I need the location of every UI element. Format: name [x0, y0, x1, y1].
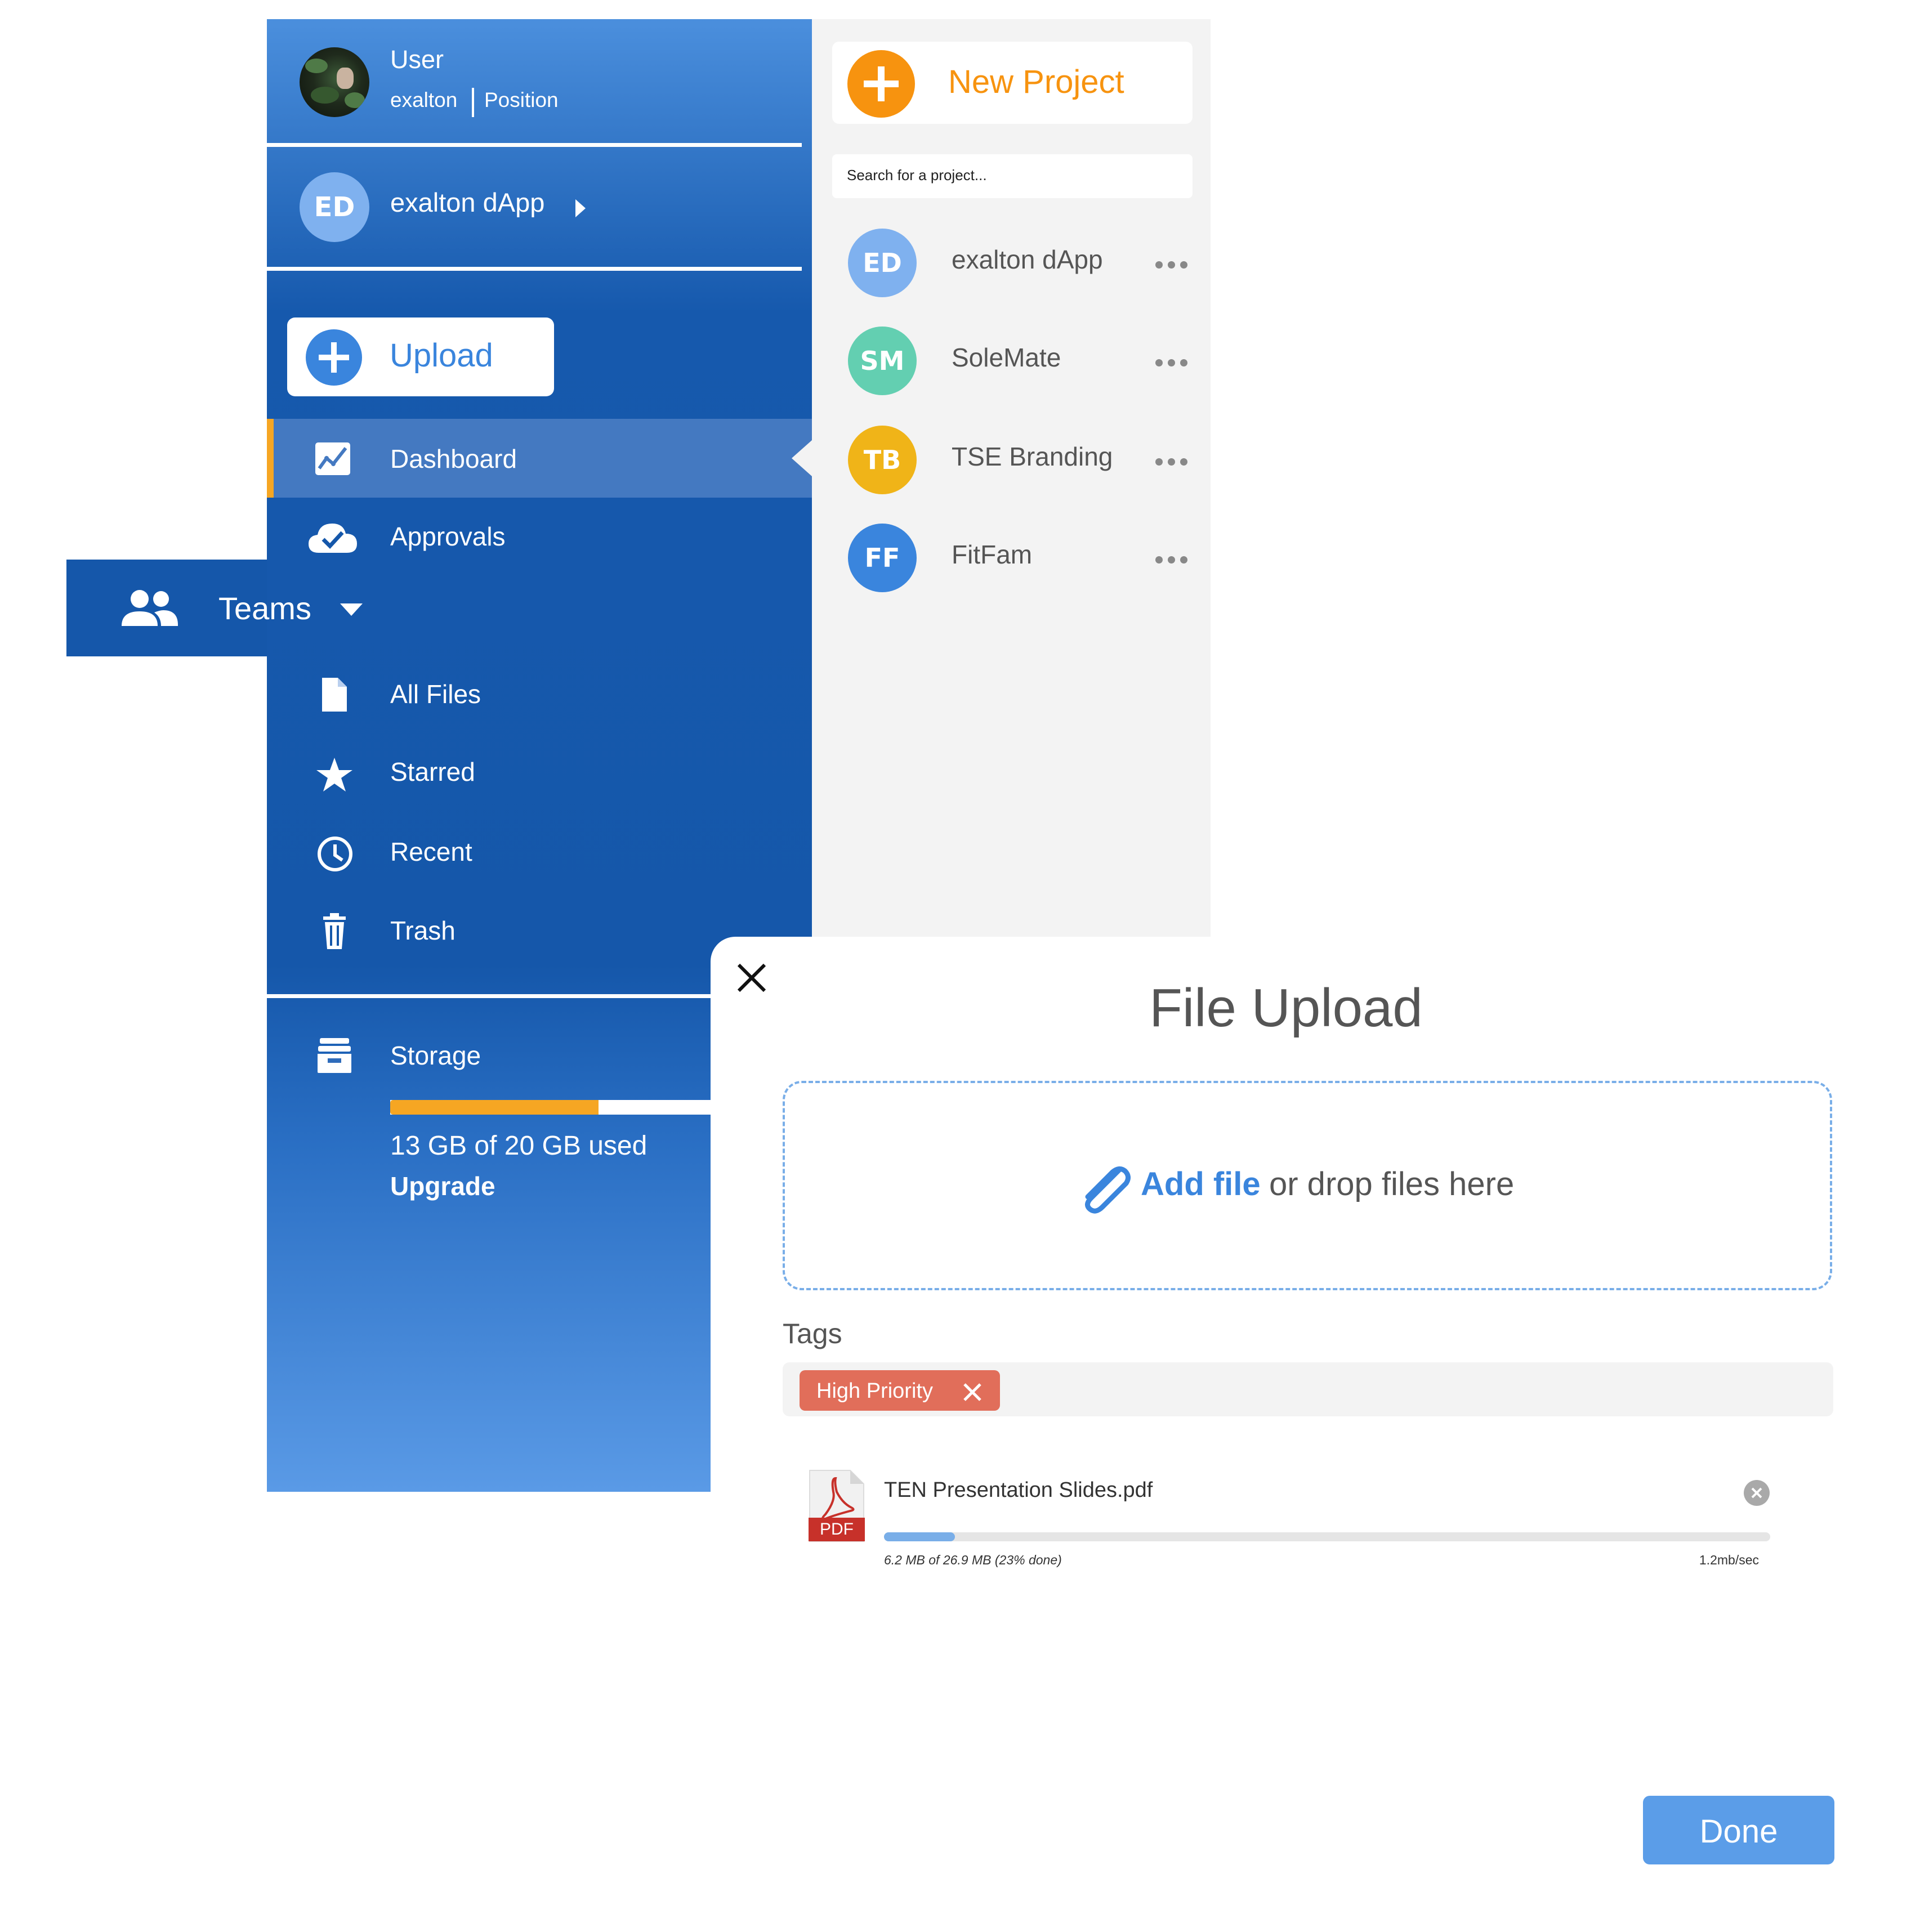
- user-username: exalton: [390, 88, 458, 111]
- workspace-name: exalton dApp: [390, 187, 545, 217]
- sidebar-item-all-files[interactable]: All Files: [267, 664, 812, 726]
- new-project-button[interactable]: New Project: [832, 42, 1193, 124]
- clock-icon: [318, 837, 352, 871]
- project-row[interactable]: FF FitFam: [812, 520, 1211, 593]
- separator: [267, 143, 802, 147]
- teams-row[interactable]: Teams: [66, 560, 404, 656]
- active-indicator: [267, 419, 274, 498]
- sidebar-item-starred[interactable]: Starred: [267, 743, 812, 805]
- project-search-input[interactable]: Search for a project...: [832, 154, 1193, 198]
- project-avatar: FF: [848, 524, 917, 592]
- chevron-down-icon: [340, 603, 363, 616]
- project-row[interactable]: ED exalton dApp: [812, 225, 1211, 298]
- upload-speed: 1.2mb/sec: [1699, 1553, 1759, 1567]
- upgrade-link[interactable]: Upgrade: [390, 1171, 495, 1201]
- user-avatar[interactable]: [300, 47, 369, 117]
- workspace-switcher[interactable]: ED exalton dApp: [267, 147, 802, 268]
- workspace-avatar: ED: [300, 172, 369, 242]
- modal-title: File Upload: [1149, 978, 1423, 1038]
- remove-tag-icon[interactable]: [963, 1383, 982, 1402]
- trash-icon: [323, 913, 346, 949]
- more-options-icon[interactable]: [1155, 556, 1187, 564]
- separator: [267, 267, 802, 271]
- done-label: Done: [1699, 1813, 1778, 1850]
- project-name: SoleMate: [952, 343, 1061, 372]
- upload-button[interactable]: Upload: [287, 317, 554, 396]
- sidebar-item-recent[interactable]: Recent: [267, 822, 812, 884]
- more-options-icon[interactable]: [1155, 261, 1187, 269]
- more-options-icon[interactable]: [1155, 359, 1187, 366]
- tags-label: Tags: [783, 1318, 842, 1349]
- tags-input[interactable]: High Priority: [783, 1362, 1833, 1416]
- sidebar-item-dashboard[interactable]: Dashboard: [267, 419, 812, 498]
- search-placeholder: Search for a project...: [847, 167, 987, 184]
- tag-label: High Priority: [816, 1379, 933, 1403]
- user-divider: [472, 88, 474, 117]
- starred-label: Starred: [390, 757, 475, 786]
- user-title: User: [390, 45, 444, 74]
- storage-bar-fill: [390, 1100, 599, 1115]
- new-project-label: New Project: [948, 64, 1124, 100]
- project-name: TSE Branding: [952, 442, 1113, 471]
- teams-label: Teams: [218, 591, 311, 626]
- project-name: FitFam: [952, 540, 1033, 569]
- approvals-label: Approvals: [390, 522, 506, 551]
- upload-progress-fill: [884, 1532, 955, 1541]
- active-pointer: [792, 440, 812, 476]
- project-avatar: ED: [848, 229, 917, 297]
- project-avatar: TB: [848, 426, 917, 494]
- star-icon: [316, 758, 352, 791]
- upload-progress-text: 6.2 MB of 26.9 MB (23% done): [884, 1553, 1062, 1567]
- project-avatar: SM: [848, 327, 917, 395]
- chart-icon: [315, 442, 350, 475]
- all-files-label: All Files: [390, 679, 481, 709]
- people-icon: [122, 590, 178, 626]
- project-row[interactable]: SM SoleMate: [812, 323, 1211, 396]
- storage-usage: 13 GB of 20 GB used: [390, 1131, 648, 1161]
- add-file-link[interactable]: Add file: [1141, 1165, 1261, 1203]
- tag-chip: High Priority: [800, 1370, 1000, 1411]
- drop-files-text: or drop files here: [1269, 1166, 1515, 1202]
- project-row[interactable]: TB TSE Branding: [812, 422, 1211, 495]
- cancel-upload-icon[interactable]: [1743, 1479, 1770, 1506]
- pdf-badge: PDF: [809, 1518, 865, 1541]
- done-button[interactable]: Done: [1643, 1796, 1834, 1864]
- file-name: TEN Presentation Slides.pdf: [884, 1478, 1153, 1502]
- dashboard-label: Dashboard: [390, 444, 517, 473]
- user-position: Position: [484, 88, 559, 111]
- upload-label: Upload: [390, 337, 493, 374]
- plus-circle-icon: [847, 50, 915, 118]
- file-icon: [322, 678, 347, 712]
- cloud-check-icon: [309, 524, 357, 553]
- inbox-tray-icon: [318, 1038, 351, 1073]
- paperclip-icon: [1085, 1166, 1131, 1214]
- more-options-icon[interactable]: [1155, 458, 1187, 466]
- upload-progress-bar: [884, 1532, 1770, 1541]
- plus-circle-icon: [306, 329, 362, 386]
- storage-bar: [390, 1100, 711, 1115]
- caret-right-icon: [575, 199, 586, 217]
- storage-label: Storage: [390, 1041, 481, 1070]
- recent-label: Recent: [390, 837, 472, 866]
- project-name: exalton dApp: [952, 245, 1103, 274]
- trash-label: Trash: [390, 916, 456, 945]
